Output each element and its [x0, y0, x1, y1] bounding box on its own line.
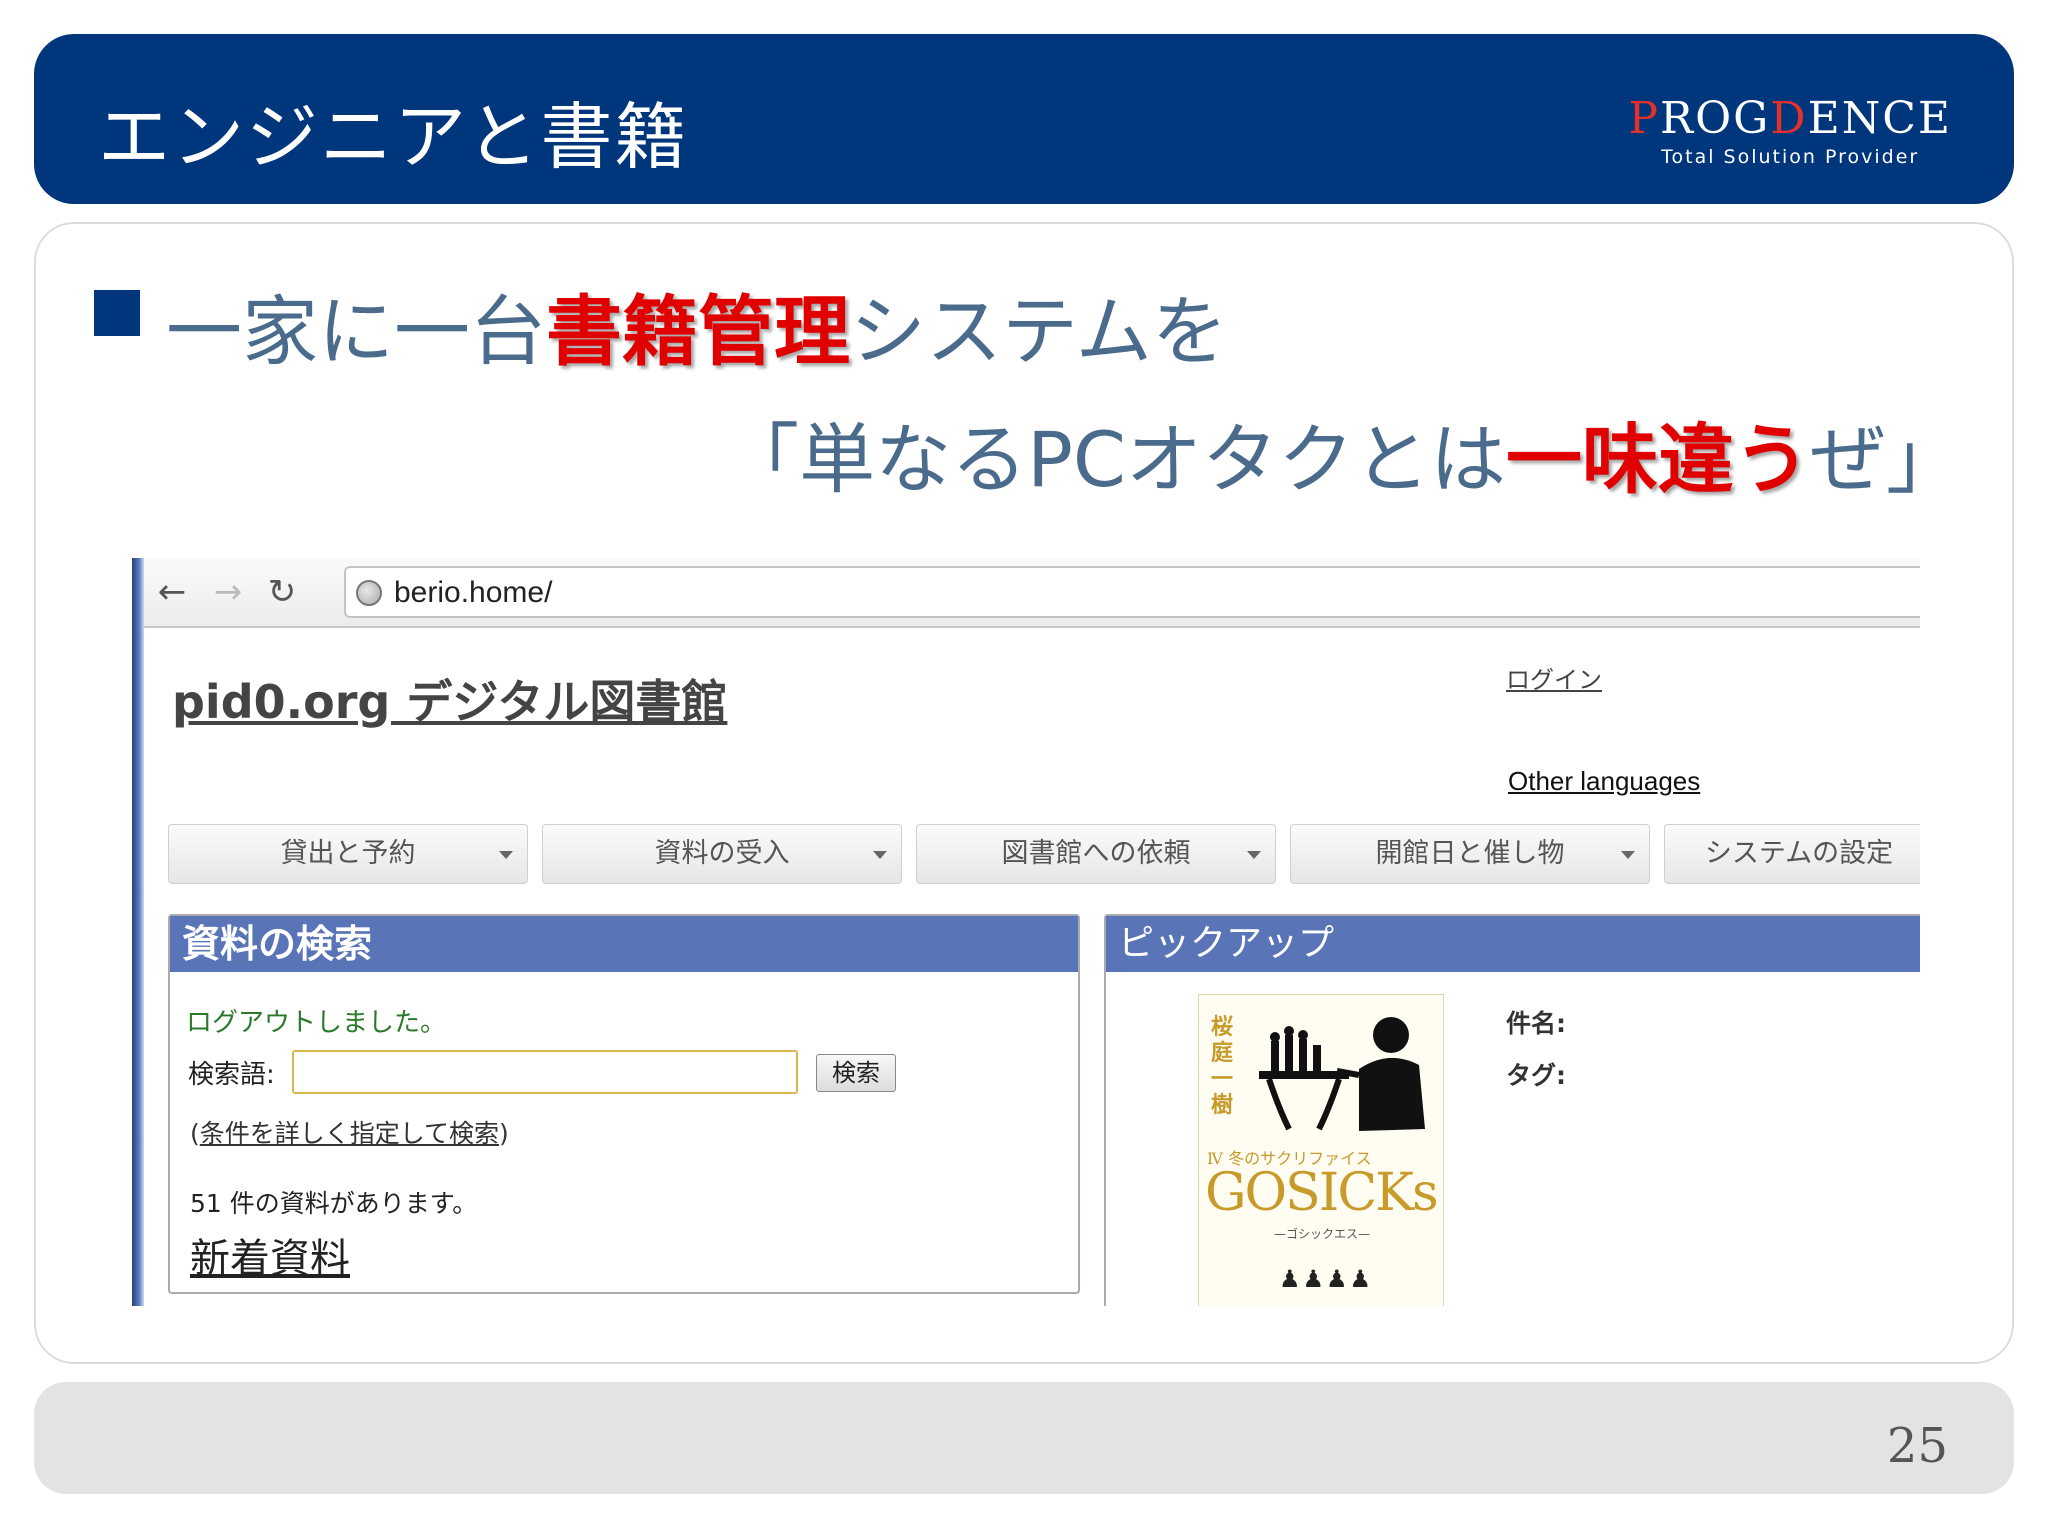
reload-icon[interactable]: ↻	[264, 574, 300, 610]
advanced-search-link[interactable]: (条件を詳しく指定して検索)	[190, 1114, 509, 1150]
bullet-line-2: 「単なるPCオタクとは一味違うぜ」	[723, 415, 1962, 504]
browser-toolbar: ← → ↻ berio.home/	[144, 558, 1920, 628]
cover-author: 桜庭一樹	[1211, 1015, 1234, 1118]
cover-title: GOSICKs	[1205, 1163, 1439, 1223]
site-title-link[interactable]: pid0.org デジタル図書館	[172, 666, 727, 732]
dropdown-caret-icon	[499, 851, 513, 859]
menu-item-settings[interactable]: システムの設定	[1664, 824, 1920, 884]
search-button[interactable]: 検索	[816, 1054, 896, 1092]
dropdown-caret-icon	[1621, 851, 1635, 859]
chess-silhouette-icon	[1259, 1017, 1425, 1131]
page-number: 25	[1886, 1418, 1948, 1474]
browser-screenshot: ← → ↻ berio.home/ pid0.org デジタル図書館 ログイン …	[132, 558, 1920, 1306]
bullet-square-icon	[94, 290, 140, 336]
pickup-panel-title: ピックアップ	[1106, 916, 1920, 972]
subject-label: 件名:	[1506, 1009, 1566, 1038]
progdence-logo: PROGDENCE Total Solution Provider	[1628, 93, 1952, 169]
slide-header: エンジニアと書籍 PROGDENCE Total Solution Provid…	[34, 34, 2014, 204]
cover-subtitle: —ゴシックエス—	[1273, 1227, 1370, 1241]
menu-item-acquisition[interactable]: 資料の受入	[542, 824, 902, 884]
url-text: berio.home/	[394, 576, 553, 609]
logo-wordmark: PROGDENCE	[1628, 93, 1952, 144]
globe-icon	[356, 580, 382, 606]
forward-arrow-icon[interactable]: →	[210, 574, 246, 610]
menu-item-requests[interactable]: 図書館への依頼	[916, 824, 1276, 884]
login-link[interactable]: ログイン	[1506, 660, 1602, 695]
bullet-line-1: 一家に一台書籍管理システムを	[166, 287, 1228, 376]
address-bar[interactable]: berio.home/	[344, 566, 1920, 618]
search-panel: 資料の検索 ログアウトしました。 検索語: 検索 (条件を詳しく指定して検索) …	[168, 914, 1080, 1294]
slide-footer: 25	[34, 1382, 2014, 1494]
window-edge	[132, 558, 144, 1306]
logo-tagline: Total Solution Provider	[1661, 146, 1920, 168]
item-count: 51 件の資料があります。	[190, 1189, 478, 1218]
highlight-text: 書籍管理	[546, 287, 850, 376]
new-items-link[interactable]: 新着資料	[190, 1226, 350, 1284]
chess-pieces-icon: ♟♟♟♟	[1279, 1265, 1374, 1293]
highlight-text: 一味違う	[1506, 415, 1810, 504]
menu-item-events[interactable]: 開館日と催し物	[1290, 824, 1650, 884]
search-input[interactable]	[292, 1050, 798, 1094]
search-label: 検索語:	[188, 1060, 275, 1090]
dropdown-caret-icon	[873, 851, 887, 859]
book-cover-image[interactable]: 桜庭一樹 Ⅳ 冬のサクリファイス GOSICKs —ゴシックエス— ♟♟♟♟	[1198, 994, 1444, 1306]
logout-message: ログアウトしました。	[186, 1008, 447, 1038]
slide-title: エンジニアと書籍	[98, 95, 689, 179]
pickup-panel: ピックアップ 桜庭一樹 Ⅳ 冬のサクリファイス GOSICKs —ゴシックエス—…	[1104, 914, 1920, 1306]
search-panel-title: 資料の検索	[170, 916, 1078, 972]
back-arrow-icon[interactable]: ←	[154, 574, 190, 610]
other-languages-link[interactable]: Other languages	[1508, 766, 1700, 797]
menu-item-lending[interactable]: 貸出と予約	[168, 824, 528, 884]
tag-label: タグ:	[1506, 1061, 1566, 1090]
dropdown-caret-icon	[1247, 851, 1261, 859]
